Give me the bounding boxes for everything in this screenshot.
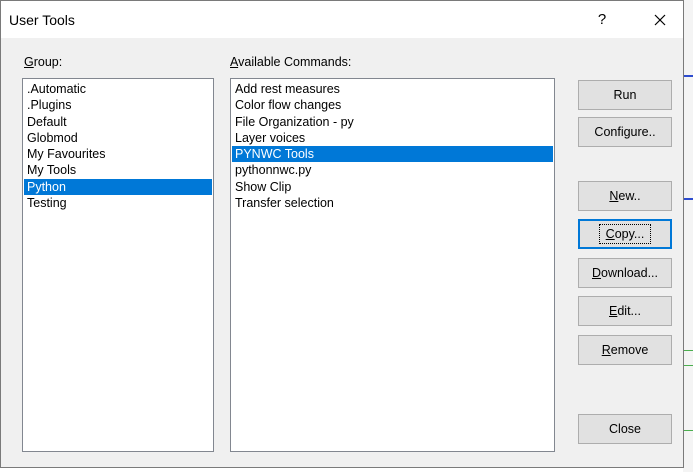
command-list-item[interactable]: Layer voices xyxy=(232,130,553,146)
group-listbox[interactable]: .Automatic .Plugins Default Globmod My Favou… xyxy=(22,78,214,452)
group-list-item[interactable]: .Plugins xyxy=(24,97,212,113)
available-commands-label: Available Commands: xyxy=(230,55,352,69)
background-app-edge xyxy=(683,0,693,472)
background-line xyxy=(683,350,693,351)
group-list-item[interactable]: My Favourites xyxy=(24,146,212,162)
command-list-item[interactable]: Show Clip xyxy=(232,179,553,195)
group-list-item[interactable]: Globmod xyxy=(24,130,212,146)
group-list-item[interactable]: .Automatic xyxy=(24,81,212,97)
download-button[interactable]: Download... xyxy=(578,258,672,288)
window-title: User Tools xyxy=(9,12,75,28)
close-icon xyxy=(654,14,666,25)
group-list-item[interactable]: Python xyxy=(24,178,212,196)
background-line xyxy=(683,198,693,200)
background-line xyxy=(683,365,693,366)
command-list-item[interactable]: Transfer selection xyxy=(232,195,553,211)
new-button[interactable]: New.. xyxy=(578,181,672,211)
edit-button[interactable]: Edit... xyxy=(578,296,672,326)
group-label: Group: xyxy=(24,55,63,69)
command-list-item[interactable]: pythonnwc.py xyxy=(232,162,553,178)
command-list-item[interactable]: Color flow changes xyxy=(232,97,553,113)
run-button[interactable]: Run xyxy=(578,80,672,110)
help-button[interactable]: ? xyxy=(579,1,625,38)
remove-button[interactable]: Remove xyxy=(578,335,672,365)
configure-button[interactable]: Configure.. xyxy=(578,117,672,147)
background-line xyxy=(683,430,693,431)
close-window-button[interactable] xyxy=(637,1,683,38)
group-list-item[interactable]: Testing xyxy=(24,195,212,211)
copy-button[interactable]: Copy... xyxy=(578,219,672,249)
command-list-item[interactable]: PYNWC Tools xyxy=(232,146,553,163)
close-button[interactable]: Close xyxy=(578,414,672,444)
commands-listbox[interactable]: Add rest measures Color flow changes File … xyxy=(230,78,555,452)
title-bar: User Tools ? xyxy=(1,1,683,38)
command-list-item[interactable]: File Organization - py xyxy=(232,114,553,130)
command-list-item[interactable]: Add rest measures xyxy=(232,81,553,97)
group-list-item[interactable]: My Tools xyxy=(24,162,212,178)
help-icon: ? xyxy=(597,11,607,28)
user-tools-dialog: User Tools ? Group: Available Commands: … xyxy=(0,0,684,468)
background-line xyxy=(683,75,693,77)
group-list-item[interactable]: Default xyxy=(24,114,212,130)
